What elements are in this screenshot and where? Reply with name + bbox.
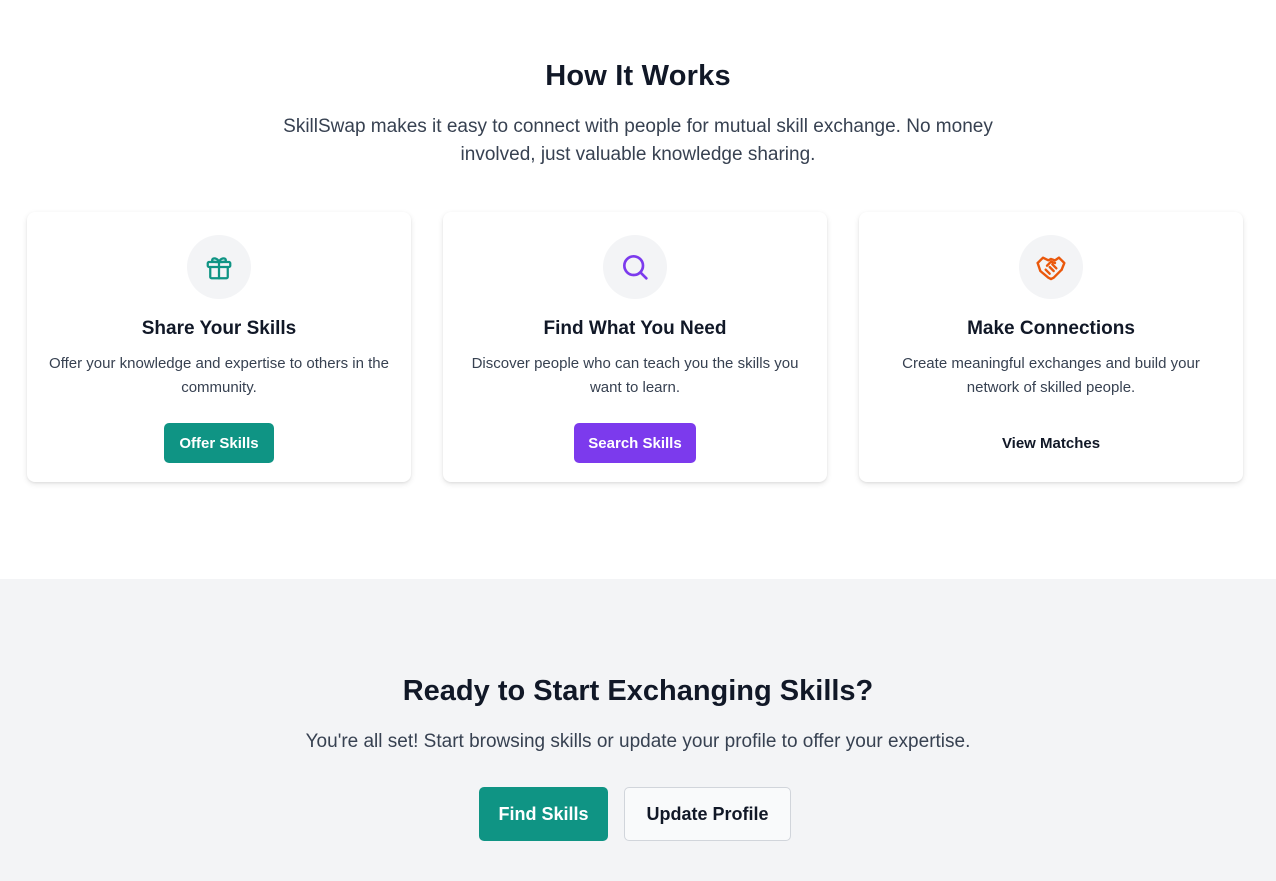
card-title: Find What You Need — [543, 318, 727, 339]
how-it-works-section: How It Works SkillSwap makes it easy to … — [0, 0, 1276, 579]
view-matches-button[interactable]: View Matches — [986, 423, 1116, 463]
cta-description: You're all set! Start browsing skills or… — [305, 731, 971, 752]
cta-title: Ready to Start Exchanging Skills? — [402, 675, 874, 707]
handshake-icon — [1019, 235, 1083, 299]
section-description: SkillSwap makes it easy to connect with … — [283, 116, 993, 165]
card-make-connections: Make Connections Create meaningful excha… — [859, 212, 1243, 482]
card-title: Share Your Skills — [141, 318, 297, 339]
cta-section: Ready to Start Exchanging Skills? You're… — [0, 579, 1276, 881]
card-share-skills: Share Your Skills Offer your knowledge a… — [27, 212, 411, 482]
card-title: Make Connections — [967, 318, 1135, 339]
card-description: Discover people who can teach you the sk… — [471, 355, 799, 396]
search-skills-button[interactable]: Search Skills — [574, 423, 696, 463]
card-description: Offer your knowledge and expertise to ot… — [49, 355, 389, 396]
find-skills-button[interactable]: Find Skills — [479, 787, 608, 841]
section-title: How It Works — [545, 60, 731, 92]
card-find-what-you-need: Find What You Need Discover people who c… — [443, 212, 827, 482]
card-description: Create meaningful exchanges and build yo… — [902, 355, 1200, 396]
update-profile-button[interactable]: Update Profile — [624, 787, 791, 841]
offer-skills-button[interactable]: Offer Skills — [164, 423, 274, 463]
gift-icon — [187, 235, 251, 299]
search-icon — [603, 235, 667, 299]
